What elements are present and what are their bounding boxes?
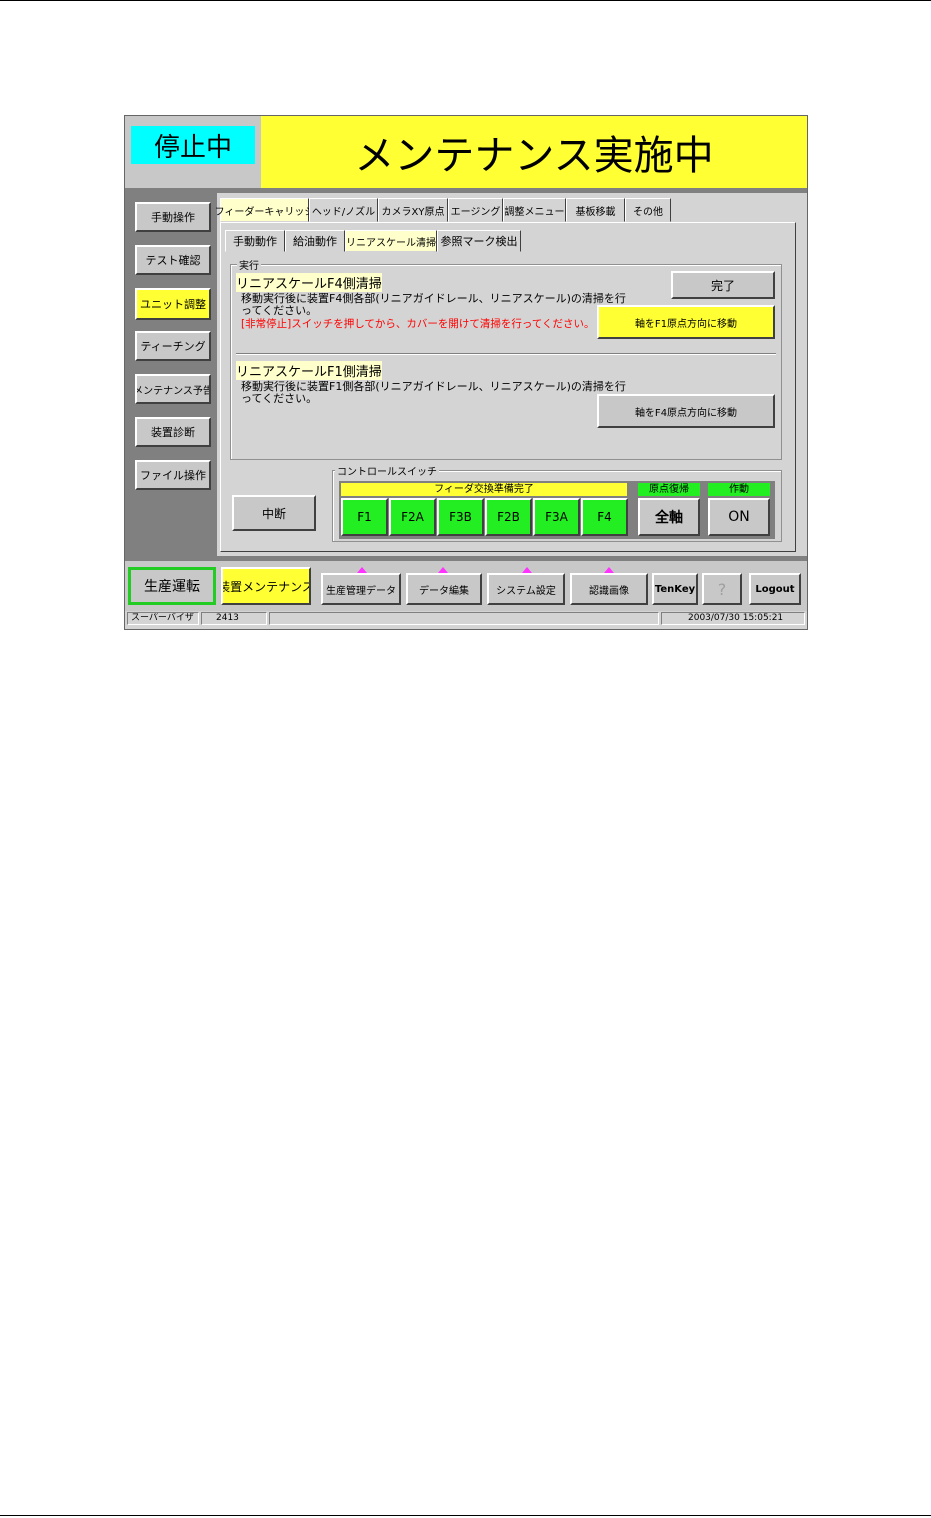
operation-header: 作動 bbox=[708, 483, 770, 496]
page-top-rule bbox=[0, 0, 931, 1]
section-divider bbox=[236, 353, 776, 355]
status-indicator: 停止中 bbox=[131, 126, 255, 164]
operation-on-button[interactable]: ON bbox=[708, 498, 770, 536]
tab-aging[interactable]: エージング bbox=[448, 198, 503, 222]
main-tab-strip: フィーダーキャリッジ ヘッド/ノズル カメラXY原点 エージング 調整メニュー … bbox=[215, 198, 690, 222]
tab-others[interactable]: その他 bbox=[625, 198, 671, 222]
sidebar-item-manual-operation[interactable]: 手動操作 bbox=[135, 202, 211, 232]
recognition-image-button[interactable]: 認識画像 bbox=[570, 573, 648, 605]
sidebar-item-teaching[interactable]: ティーチング bbox=[135, 331, 211, 361]
subtab-lubrication[interactable]: 給油動作 bbox=[285, 230, 345, 252]
logout-button[interactable]: Logout bbox=[749, 573, 801, 605]
control-switch-legend: コントロールスイッチ bbox=[335, 463, 439, 478]
sidebar-item-file-operation[interactable]: ファイル操作 bbox=[135, 460, 211, 490]
feeder-f3b-button[interactable]: F3B bbox=[437, 498, 484, 536]
feeder-f4-button[interactable]: F4 bbox=[581, 498, 628, 536]
subtab-manual-action[interactable]: 手動動作 bbox=[225, 230, 285, 252]
page-bottom-rule bbox=[0, 1515, 931, 1516]
main-panel: フィーダーキャリッジ ヘッド/ノズル カメラXY原点 エージング 調整メニュー … bbox=[215, 193, 807, 556]
production-run-button[interactable]: 生産運転 bbox=[128, 567, 216, 605]
sub-tab-strip: 手動動作 給油動作 リニアスケール清掃 参照マーク検出 bbox=[225, 230, 525, 252]
device-maintenance-button[interactable]: 装置メンテナンス bbox=[221, 567, 311, 605]
tab-adjustment-menu[interactable]: 調整メニュー bbox=[503, 198, 566, 222]
status-bar: スーパーバイザ 2413 2003/07/30 15:05:21 bbox=[125, 611, 807, 629]
production-data-button[interactable]: 生産管理データ bbox=[321, 573, 401, 605]
f1-description-line2: ってください。 bbox=[241, 392, 318, 405]
sidebar-item-device-diagnosis[interactable]: 装置診断 bbox=[135, 417, 211, 447]
status-datetime: 2003/07/30 15:05:21 bbox=[661, 612, 805, 625]
sidebar-item-test-check[interactable]: テスト確認 bbox=[135, 245, 211, 275]
help-button[interactable]: ? bbox=[702, 573, 742, 605]
tab-content: 手動動作 給油動作 リニアスケール清掃 参照マーク検出 実行 リニアスケールF4… bbox=[220, 222, 796, 552]
move-to-f4-origin-button[interactable]: 軸をF4原点方向に移動 bbox=[597, 394, 775, 428]
status-message bbox=[269, 612, 659, 625]
execute-group: 実行 リニアスケールF4側清掃 移動実行後に装置F4側各部(リニアガイドレール、… bbox=[230, 257, 782, 460]
feeder-f2a-button[interactable]: F2A bbox=[389, 498, 436, 536]
subtab-linear-scale-cleaning[interactable]: リニアスケール清掃 bbox=[345, 230, 437, 252]
f4-warning-text: [非常停止]スイッチを押してから、カバーを開けて清掃を行ってください。 bbox=[241, 318, 595, 330]
abort-button[interactable]: 中断 bbox=[232, 495, 316, 531]
feeder-f1-button[interactable]: F1 bbox=[341, 498, 388, 536]
feeder-ready-header: フィーダ交換準備完了 bbox=[341, 483, 627, 496]
maintenance-banner: メンテナンス実施中 bbox=[261, 116, 807, 188]
sidebar-item-maintenance-notice[interactable]: メンテナンス予告 bbox=[135, 374, 211, 404]
all-axes-origin-button[interactable]: 全軸 bbox=[638, 498, 700, 536]
status-code: 2413 bbox=[201, 612, 267, 625]
tab-feeder-carriage[interactable]: フィーダーキャリッジ bbox=[215, 198, 314, 222]
feeder-f3a-button[interactable]: F3A bbox=[533, 498, 580, 536]
bottom-bar: 生産運転 装置メンテナンス 生産管理データ データ編集 システム設定 認識画像 … bbox=[125, 561, 807, 611]
tab-board-transfer[interactable]: 基板移載 bbox=[566, 198, 625, 222]
tab-head-nozzle[interactable]: ヘッド/ノズル bbox=[309, 198, 378, 222]
tenkey-button[interactable]: TenKey bbox=[652, 573, 698, 605]
move-to-f1-origin-button[interactable]: 軸をF1原点方向に移動 bbox=[597, 305, 775, 339]
done-button[interactable]: 完了 bbox=[671, 271, 775, 299]
sidebar-item-unit-adjustment[interactable]: ユニット調整 bbox=[135, 288, 211, 320]
feeder-f2b-button[interactable]: F2B bbox=[485, 498, 532, 536]
subtab-reference-mark[interactable]: 参照マーク検出 bbox=[437, 230, 521, 252]
status-user: スーパーバイザ bbox=[127, 612, 199, 625]
tab-camera-xy-origin[interactable]: カメラXY原点 bbox=[378, 198, 448, 222]
control-switch-group: コントロールスイッチ フィーダ交換準備完了 F1 F2A F3B F2B F3A… bbox=[332, 463, 782, 542]
data-edit-button[interactable]: データ編集 bbox=[406, 573, 482, 605]
maintenance-screen: 停止中 メンテナンス実施中 手動操作 テスト確認 ユニット調整 ティーチング メ… bbox=[124, 115, 808, 630]
execute-group-legend: 実行 bbox=[237, 257, 261, 272]
help-icon: ? bbox=[717, 579, 727, 599]
system-settings-button[interactable]: システム設定 bbox=[487, 573, 565, 605]
origin-return-header: 原点復帰 bbox=[638, 483, 700, 496]
control-switch-panel: フィーダ交換準備完了 F1 F2A F3B F2B F3A F4 原点復帰 全軸… bbox=[339, 481, 775, 539]
